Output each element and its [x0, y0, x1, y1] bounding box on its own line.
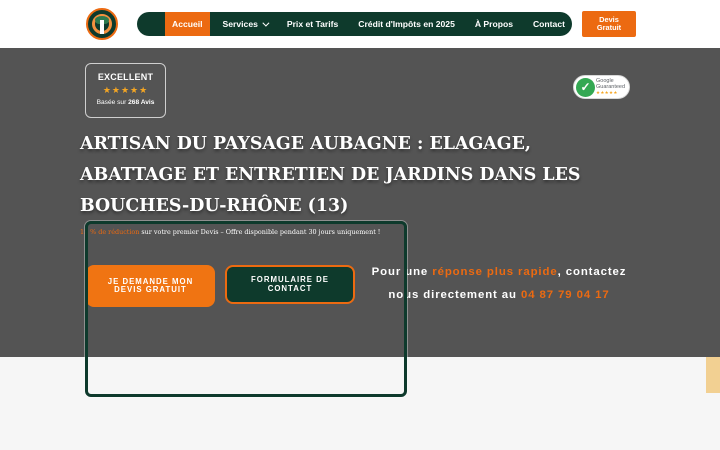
- nav-item-prix[interactable]: Prix et Tarifs: [280, 12, 345, 36]
- site-header: Accueil Services Prix et Tarifs Crédit d…: [0, 0, 720, 48]
- google-badge-stars: ★★★★★: [596, 90, 618, 95]
- nav-item-accueil[interactable]: Accueil: [165, 12, 210, 36]
- rating-base: Basée sur 268 Avis: [86, 99, 165, 106]
- page: Accueil Services Prix et Tarifs Crédit d…: [0, 0, 720, 450]
- devis-gratuit-button[interactable]: Devis Gratuit: [582, 11, 636, 37]
- nav-item-a-propos[interactable]: À Propos: [468, 12, 520, 36]
- chevron-down-icon: [262, 19, 270, 27]
- rating-base-prefix: Basée sur: [96, 99, 129, 106]
- logo-tree-icon[interactable]: [86, 8, 118, 40]
- logo-trunk: [100, 20, 104, 34]
- contact-line2-pre: nous directement au: [388, 289, 521, 301]
- nav-item-services[interactable]: Services: [216, 12, 274, 36]
- nav-item-credit-impots[interactable]: Crédit d'Impôts en 2025: [351, 12, 462, 36]
- phone-link[interactable]: 04 87 79 04 17: [521, 289, 610, 301]
- rating-badge[interactable]: EXCELLENT ★★★★★ Basée sur 268 Avis: [85, 63, 166, 118]
- main-nav: Accueil Services Prix et Tarifs Crédit d…: [137, 12, 572, 36]
- rating-count: 268 Avis: [128, 99, 155, 106]
- page-title: ARTISAN DU PAYSAGE AUBAGNE : ELAGAGE, AB…: [80, 134, 581, 216]
- contact-mid: , contactez: [557, 266, 627, 278]
- nav-item-contact[interactable]: Contact: [526, 12, 572, 36]
- nav-item-services-label: Services: [222, 19, 258, 29]
- contact-highlight: réponse plus rapide: [432, 266, 558, 278]
- check-icon: ✓: [576, 78, 595, 97]
- rating-title: EXCELLENT: [97, 72, 154, 82]
- google-guaranteed-badge[interactable]: ✓ Google Guaranteed ★★★★★: [573, 75, 630, 99]
- rating-stars: ★★★★★: [102, 85, 149, 95]
- side-tab[interactable]: [706, 357, 720, 393]
- focus-highlight-box: [85, 221, 407, 397]
